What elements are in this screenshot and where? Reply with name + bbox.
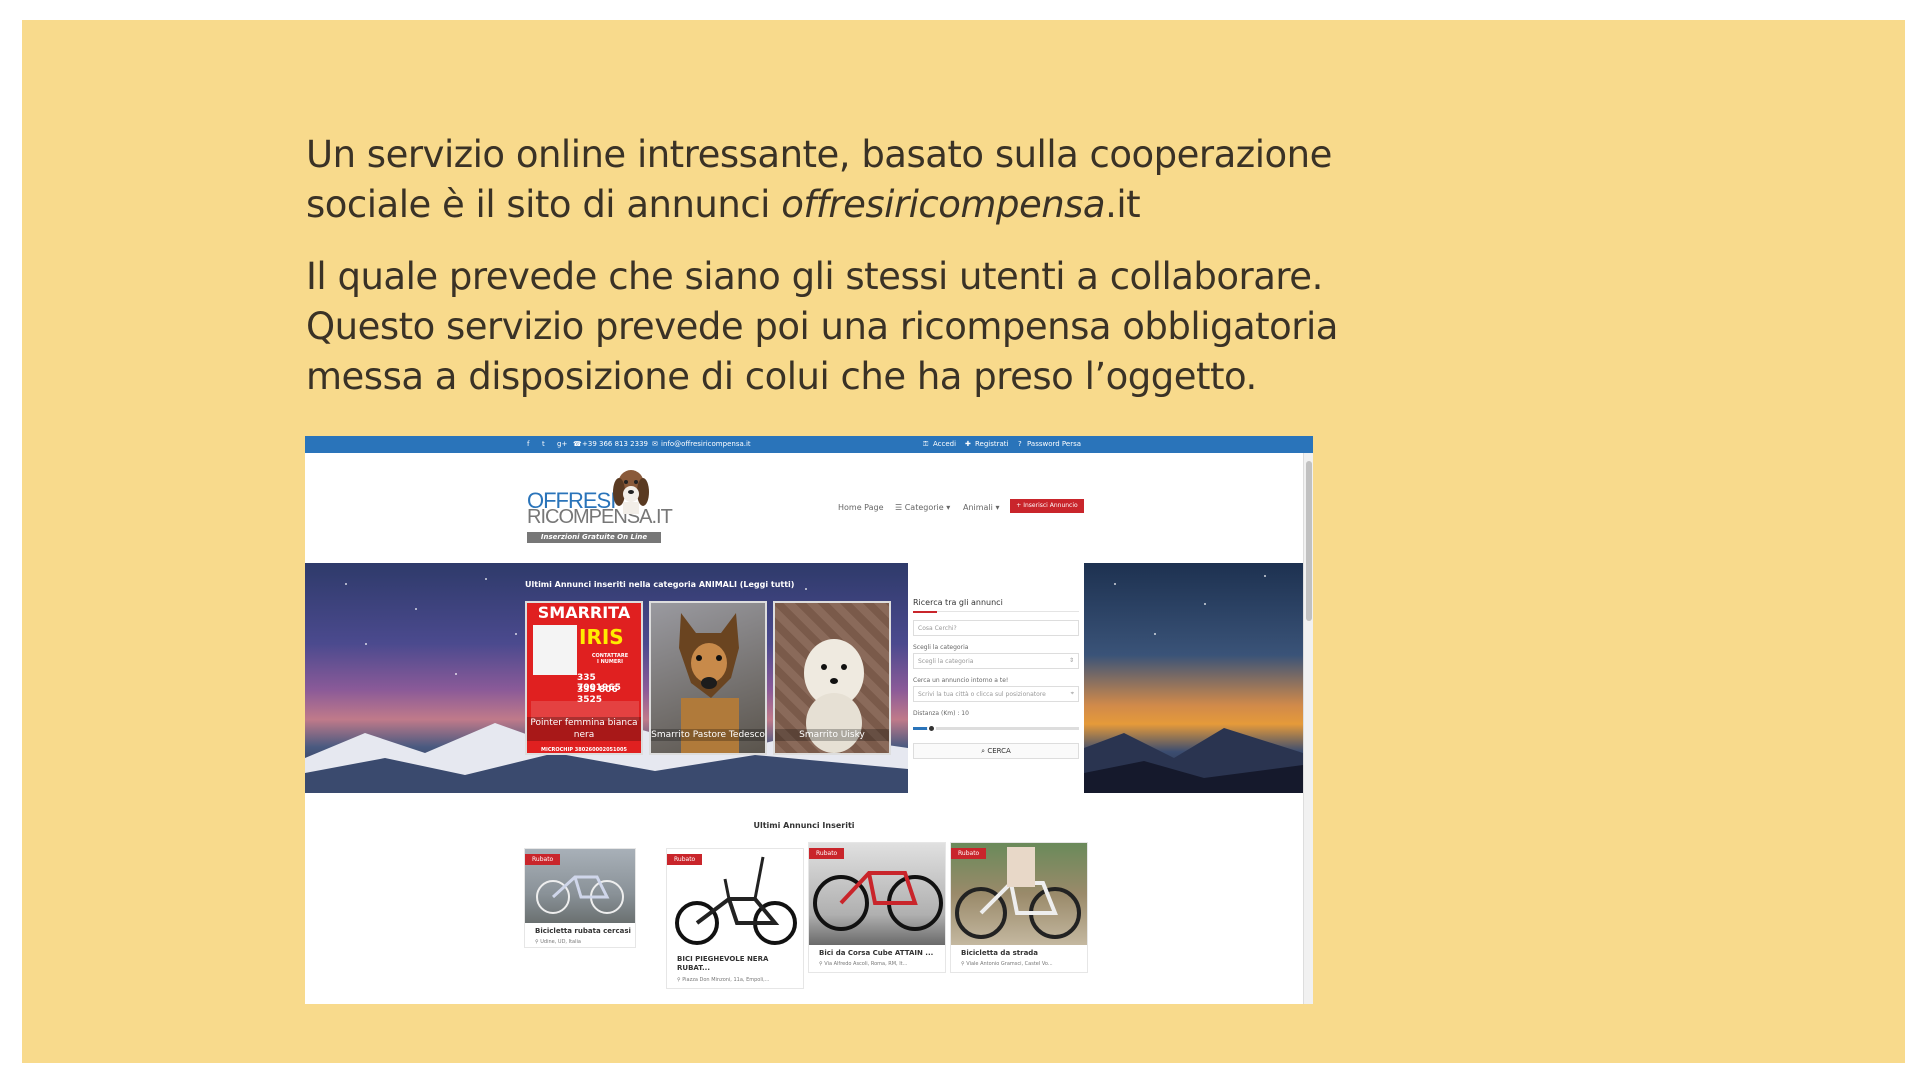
stolen-badge: Rubato: [951, 848, 987, 859]
site-name-emphasis: offresiricompensa: [781, 183, 1106, 226]
nav-home[interactable]: Home Page: [838, 503, 884, 512]
lost-password-link[interactable]: Password Persa: [1027, 440, 1081, 448]
login-link[interactable]: Accedi: [933, 440, 956, 448]
ad-title[interactable]: Bicicletta rubata cercasi: [535, 927, 631, 936]
intro-line-1: Un servizio online intressante, basato s…: [306, 133, 1332, 176]
ad-card-label: Smarrito Uisky: [775, 729, 889, 741]
ad-card-label: Smarrito Pastore Tedesco: [651, 729, 765, 741]
facebook-icon[interactable]: f: [527, 440, 529, 448]
poster-chip: MICROCHIP 380260002051005: [541, 747, 627, 753]
website-screenshot: f t g+ ☎ +39 366 813 2339 ✉ info@offresi…: [305, 436, 1313, 1004]
latest-ad-card[interactable]: Rubato BICI PIEGHEVOLE NERA RUBAT... ⚲ P…: [666, 848, 804, 989]
basset-dog-icon: [613, 470, 649, 514]
category-select[interactable]: Scegli la categoria ⇕: [913, 653, 1079, 669]
insert-ad-button[interactable]: + Inserisci Annuncio: [1010, 499, 1084, 513]
poster-contact: CONTATTARE I NUMERI: [591, 653, 629, 665]
title-underline: [913, 611, 1079, 613]
stolen-badge: Rubato: [525, 854, 561, 865]
poster-title: SMARRITA: [537, 603, 631, 622]
ad-title-continued[interactable]: RUBAT...: [677, 964, 710, 973]
scrollbar-thumb[interactable]: [1306, 461, 1312, 621]
poster-subtitle: IRIS: [579, 625, 624, 649]
location-input[interactable]: Scrivi la tua città o clicca sul posizio…: [913, 686, 1079, 702]
ad-title[interactable]: Bicicletta da strada: [961, 949, 1038, 958]
key-icon: ⚿: [923, 440, 929, 448]
hero-banner: Ultimi Annunci inseriti nella categoria …: [305, 563, 1303, 793]
category-label: Scegli la categoria: [913, 644, 969, 651]
chevron-down-icon: ▾: [943, 503, 951, 512]
select-arrows-icon: ⇕: [1068, 657, 1074, 664]
distance-slider[interactable]: [913, 724, 1079, 733]
latest-ads-title: Ultimi Annunci Inseriti: [753, 821, 855, 830]
latest-ad-card[interactable]: Rubato Bicicletta rubata cercasi ⚲ Udine…: [524, 848, 636, 948]
mail-icon: ✉: [652, 440, 658, 448]
search-title: Ricerca tra gli annunci: [913, 598, 1003, 607]
logo-tagline: Inserzioni Gratuite On Line: [527, 532, 661, 543]
ad-card-westie[interactable]: Smarrito Uisky: [773, 601, 891, 755]
dog-photo: [533, 625, 577, 675]
register-link[interactable]: Registrati: [975, 440, 1009, 448]
hero-title[interactable]: Ultimi Annunci inseriti nella categoria …: [525, 580, 794, 589]
scrollbar[interactable]: [1303, 453, 1313, 1004]
ad-title[interactable]: Bici da Corsa Cube ATTAIN ...: [819, 949, 933, 958]
distance-label: Distanza (Km) : 10: [913, 710, 969, 717]
ad-location: ⚲ Piazza Don Minzoni, 11a, Empoli,...: [677, 977, 770, 983]
mountains-graphic: [1084, 728, 1303, 793]
slider-handle[interactable]: [927, 724, 936, 733]
hero-sunset-panel: [1084, 563, 1303, 793]
search-panel: Ricerca tra gli annunci Cosa Cerchi? Sce…: [908, 563, 1084, 793]
phone-icon: ☎: [573, 440, 582, 448]
ad-location: ⚲ Viale Antonio Gramsci, Castel Vo...: [961, 961, 1053, 967]
ad-card-pointer[interactable]: SMARRITA IRIS CONTATTARE I NUMERI 335 700…: [525, 601, 643, 755]
ad-location: ⚲ Udine, UD, Italia: [535, 939, 581, 945]
question-icon: ?: [1018, 440, 1022, 448]
latest-ad-card[interactable]: Rubato Bici da Corsa Cube ATTAIN ... ⚲ V…: [808, 842, 946, 973]
near-label: Cerca un annuncio intorno a te!: [913, 677, 1009, 684]
email-link[interactable]: info@offresiricompensa.it: [661, 440, 751, 448]
description-line-1: Il quale prevede che siano gli stessi ut…: [306, 255, 1323, 298]
ad-card-label: Pointer femmina bianca nera: [527, 717, 641, 741]
search-input[interactable]: Cosa Cerchi?: [913, 620, 1079, 636]
intro-line-2: sociale è il sito di annunci offresirico…: [306, 183, 1141, 226]
nav-categories[interactable]: ☰ Categorie ▾: [895, 503, 950, 512]
stolen-badge: Rubato: [809, 848, 845, 859]
ad-title[interactable]: BICI PIEGHEVOLE NERA: [677, 955, 768, 964]
nav-animals[interactable]: Animali ▾: [963, 503, 999, 512]
description-line-3: messa a disposizione di colui che ha pre…: [306, 355, 1257, 398]
search-button[interactable]: ⌕ CERCA: [913, 743, 1079, 759]
chevron-down-icon: ▾: [992, 503, 1000, 512]
twitter-icon[interactable]: t: [542, 440, 545, 448]
user-add-icon: ✚: [965, 440, 971, 448]
description-paragraph: Il quale prevede che siano gli stessi ut…: [306, 252, 1406, 402]
list-icon: ☰: [895, 503, 905, 512]
google-plus-icon[interactable]: g+: [557, 440, 567, 448]
site-topbar: f t g+ ☎ +39 366 813 2339 ✉ info@offresi…: [305, 436, 1313, 453]
intro-paragraph: Un servizio online intressante, basato s…: [306, 130, 1406, 230]
ad-location: ⚲ Via Alfredo Ascoli, Roma, RM, It...: [819, 961, 908, 967]
site-logo[interactable]: OFFRESI RICOMPENSA.IT Inserzioni Gratuit…: [525, 466, 675, 552]
description-line-2: Questo servizio prevede poi una ricompen…: [306, 305, 1338, 348]
latest-ad-card[interactable]: Rubato Bicicletta da strada ⚲ Viale Anto…: [950, 842, 1088, 973]
ad-card-german-shepherd[interactable]: Smarrito Pastore Tedesco: [649, 601, 767, 755]
phone-number[interactable]: +39 366 813 2339: [582, 440, 648, 448]
locate-icon[interactable]: ⌖: [1071, 690, 1074, 698]
stolen-badge: Rubato: [667, 854, 703, 865]
